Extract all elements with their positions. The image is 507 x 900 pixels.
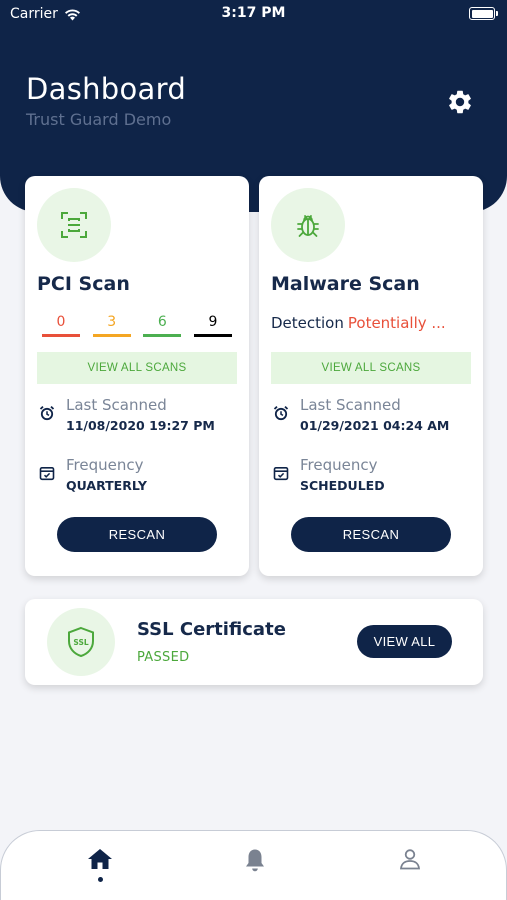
severity-counts: 0 3 6 9 xyxy=(42,314,232,337)
tab-bar xyxy=(0,830,507,900)
battery-icon xyxy=(469,7,498,20)
pci-icon-circle xyxy=(37,188,111,262)
ssl-icon-circle: SSL xyxy=(47,608,115,676)
calendar-icon xyxy=(273,466,289,481)
frequency-value: QUARTERLY xyxy=(66,478,147,493)
pci-scan-card: PCI Scan 0 3 6 9 VIEW ALL SCANS Last Sca… xyxy=(25,176,249,576)
status-bar: Carrier 3:17 PM xyxy=(0,0,507,30)
bell-icon xyxy=(246,849,264,872)
pci-frequency: Frequency QUARTERLY xyxy=(37,456,242,500)
page-subtitle: Trust Guard Demo xyxy=(26,110,172,129)
count-medium: 3 xyxy=(92,314,131,337)
page-title: Dashboard xyxy=(26,72,187,106)
ssl-certificate-card: SSL SSL Certificate PASSED VIEW ALL xyxy=(25,599,483,685)
ssl-view-all-button[interactable]: VIEW ALL xyxy=(357,625,452,658)
frequency-value: SCHEDULED xyxy=(300,478,385,493)
last-scanned-value: 01/29/2021 04:24 AM xyxy=(300,418,450,433)
pci-last-scanned: Last Scanned 11/08/2020 19:27 PM xyxy=(37,396,242,440)
ssl-title: SSL Certificate xyxy=(137,619,286,640)
active-tab-indicator xyxy=(97,877,103,882)
count-high: 0 xyxy=(42,314,80,337)
calendar-icon xyxy=(39,466,55,481)
user-icon xyxy=(400,849,420,870)
malware-rescan-button[interactable]: RESCAN xyxy=(291,517,451,552)
malware-scan-title: Malware Scan xyxy=(271,273,420,295)
tab-home[interactable] xyxy=(80,847,120,891)
count-total: 9 xyxy=(193,314,232,337)
gear-icon xyxy=(449,90,471,114)
alarm-clock-icon xyxy=(273,405,289,421)
last-scanned-label: Last Scanned xyxy=(300,396,401,414)
detection-label: Detection xyxy=(271,314,344,332)
pci-scan-title: PCI Scan xyxy=(37,273,130,295)
pci-view-all-scans-button[interactable]: VIEW ALL SCANS xyxy=(37,352,237,384)
tab-notifications[interactable] xyxy=(235,847,275,891)
status-time: 3:17 PM xyxy=(221,5,286,21)
frequency-label: Frequency xyxy=(300,456,378,474)
bug-icon xyxy=(297,215,319,237)
alarm-clock-icon xyxy=(39,405,55,421)
detection-value: Potentially ... xyxy=(347,314,446,332)
home-icon xyxy=(88,849,112,869)
pci-rescan-button[interactable]: RESCAN xyxy=(57,517,217,552)
scan-frame-icon xyxy=(61,212,87,238)
ssl-status: PASSED xyxy=(137,650,190,665)
malware-icon-circle xyxy=(271,188,345,262)
malware-frequency: Frequency SCHEDULED xyxy=(271,456,476,500)
malware-scan-card: Malware Scan Detection Potentially ... VI… xyxy=(259,176,483,576)
ssl-icon-text: SSL xyxy=(73,638,88,647)
detection-row: Detection Potentially ... xyxy=(271,314,471,332)
malware-view-all-scans-button[interactable]: VIEW ALL SCANS xyxy=(271,352,471,384)
malware-last-scanned: Last Scanned 01/29/2021 04:24 AM xyxy=(271,396,476,440)
tab-profile[interactable] xyxy=(390,847,430,891)
last-scanned-value: 11/08/2020 19:27 PM xyxy=(66,418,215,433)
count-low: 6 xyxy=(143,314,182,337)
last-scanned-label: Last Scanned xyxy=(66,396,167,414)
settings-button[interactable] xyxy=(442,84,478,120)
frequency-label: Frequency xyxy=(66,456,144,474)
ssl-shield-icon: SSL xyxy=(68,626,94,658)
